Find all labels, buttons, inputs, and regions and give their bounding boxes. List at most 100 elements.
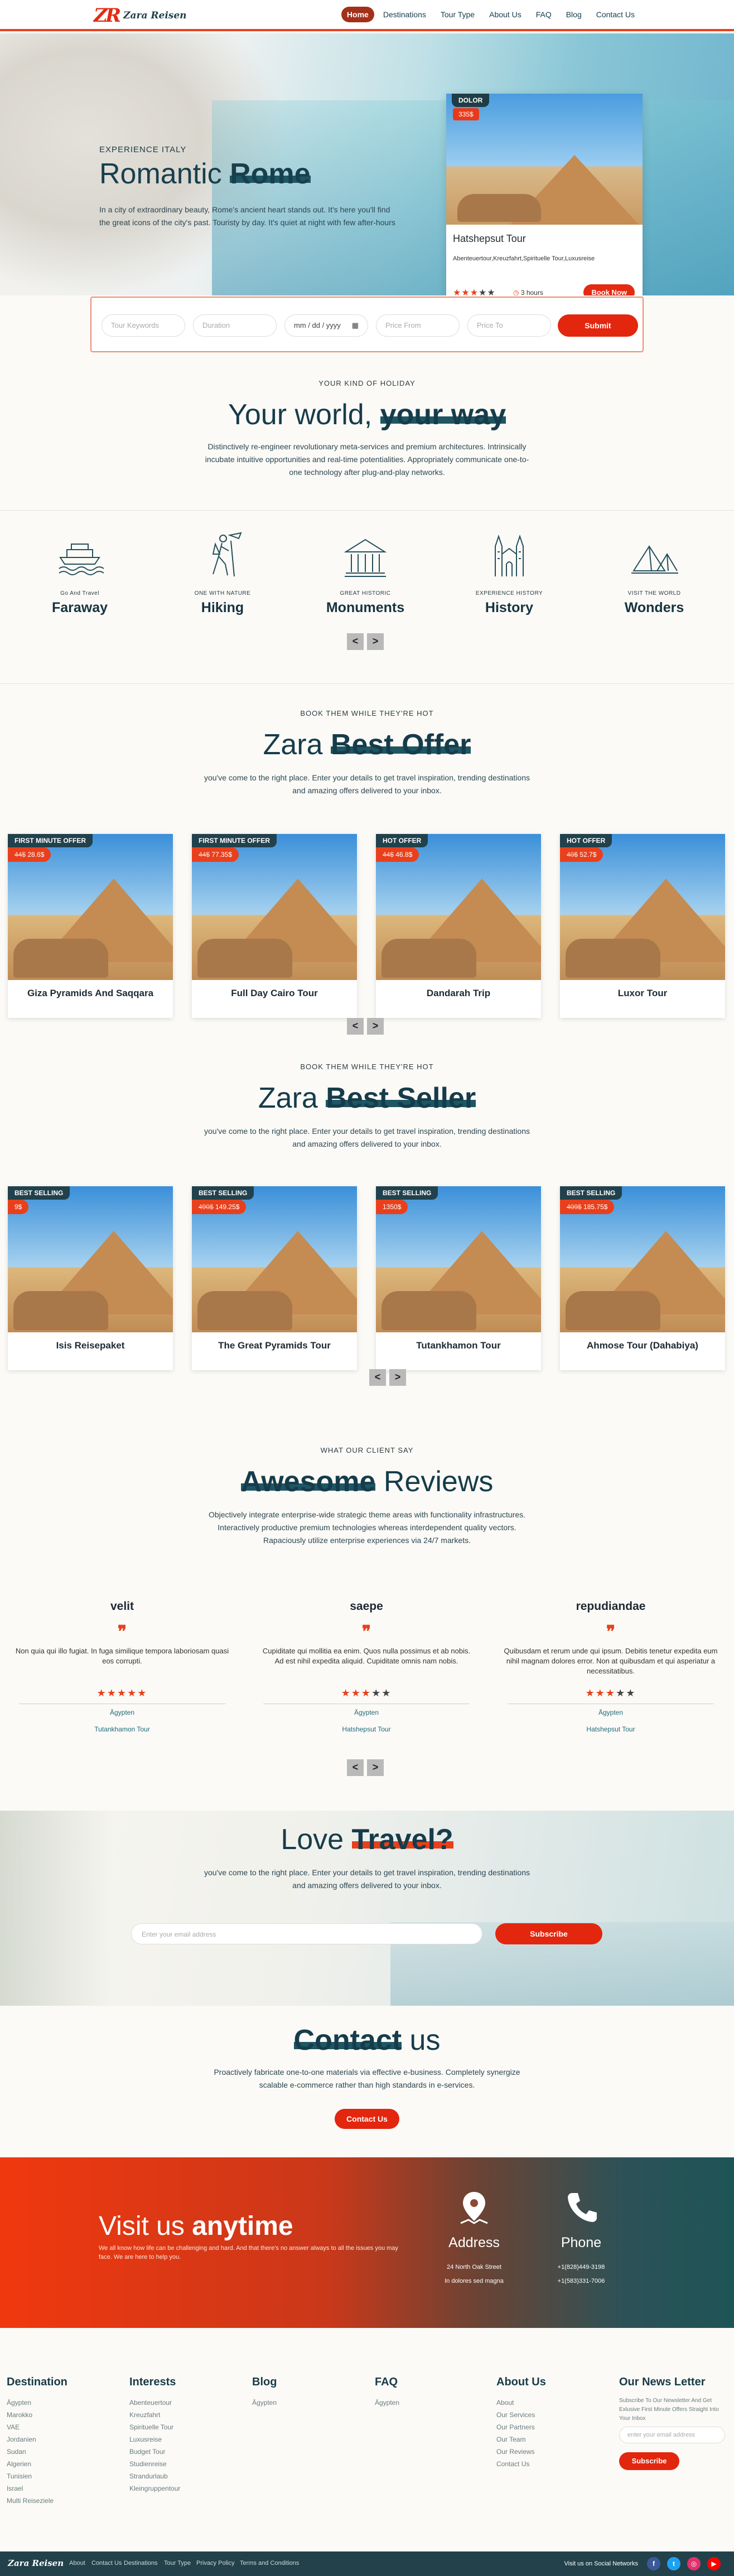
category-hiking[interactable]: ONE WITH NATURE Hiking xyxy=(170,530,276,616)
tour-keywords-input[interactable]: Tour Keywords xyxy=(102,314,185,337)
nav-contact-us[interactable]: Contact Us xyxy=(591,7,640,22)
footer-link[interactable]: Abenteuertour xyxy=(129,2396,230,2409)
review-tour[interactable]: Hatshepsut Tour xyxy=(258,1725,475,1733)
phone-line-1[interactable]: +1(828)449-3198 xyxy=(537,2263,626,2271)
footer-link[interactable]: VAE xyxy=(7,2421,107,2433)
seller-name[interactable]: The Great Pyramids Tour xyxy=(192,1340,357,1351)
address-block: Address 24 North Oak Street In dolores s… xyxy=(429,2189,519,2284)
seller-card[interactable]: BEST SELLING 409$ 185.75$ Ahmose Tour (D… xyxy=(560,1186,725,1370)
instagram-icon[interactable]: ◎ xyxy=(687,2557,701,2570)
review-tour[interactable]: Tutankhamon Tour xyxy=(13,1725,231,1733)
book-now-button[interactable]: Book Now xyxy=(583,284,635,295)
next-arrow-icon[interactable]: > xyxy=(367,633,384,650)
footer-logo[interactable]: Zara Reisen xyxy=(8,2558,64,2568)
footer-email-input[interactable]: enter your email address xyxy=(619,2427,725,2443)
footer-link[interactable]: Our Reviews xyxy=(496,2446,597,2458)
footer-link[interactable]: Jordanien xyxy=(7,2433,107,2446)
footer-link[interactable]: Our Team xyxy=(496,2433,597,2446)
contact-us-button[interactable]: Contact Us xyxy=(335,2109,399,2129)
category-history[interactable]: EXPERIENCE HISTORY History xyxy=(456,530,562,616)
footer-link[interactable]: Tunisien xyxy=(7,2470,107,2482)
prev-arrow-icon[interactable]: < xyxy=(347,1759,364,1776)
seller-name[interactable]: Ahmose Tour (Dahabiya) xyxy=(560,1340,725,1351)
footer-link[interactable]: Budget Tour xyxy=(129,2446,230,2458)
review-country[interactable]: Ägypten xyxy=(258,1709,475,1716)
footer-link[interactable]: Spirituelle Tour xyxy=(129,2421,230,2433)
offer-card[interactable]: FIRST MINUTE OFFER 44$ 28.6$ Giza Pyrami… xyxy=(8,834,173,1018)
facebook-icon[interactable]: f xyxy=(647,2557,660,2570)
newsletter-subscribe-button[interactable]: Subscribe xyxy=(495,1923,602,1944)
footer-bar-link[interactable]: About xyxy=(69,2560,85,2567)
footer-link[interactable]: Our Partners xyxy=(496,2421,597,2433)
footer-bar-link[interactable]: Terms and Conditions xyxy=(240,2560,299,2567)
sphinx-shape xyxy=(457,194,541,222)
featured-tour-card[interactable]: DOLOR 335$ Hatshepsut Tour Abenteuertour… xyxy=(446,94,643,295)
next-arrow-icon[interactable]: > xyxy=(389,1369,406,1386)
seller-card[interactable]: BEST SELLING 1350$ Tutankhamon Tour xyxy=(376,1186,541,1370)
footer-bar-link[interactable]: Privacy Policy xyxy=(196,2560,234,2567)
search-submit-button[interactable]: Submit xyxy=(558,314,638,337)
category-wonders[interactable]: VISIT THE WORLD Wonders xyxy=(601,530,707,616)
offer-card[interactable]: FIRST MINUTE OFFER 44$ 77.35$ Full Day C… xyxy=(192,834,357,1018)
footer-subscribe-button[interactable]: Subscribe xyxy=(619,2452,679,2470)
footer-bar-link[interactable]: Tour Type xyxy=(164,2560,191,2567)
prev-arrow-icon[interactable]: < xyxy=(347,633,364,650)
review-country[interactable]: Ägypten xyxy=(502,1709,719,1716)
prev-arrow-icon[interactable]: < xyxy=(347,1018,364,1035)
next-arrow-icon[interactable]: > xyxy=(367,1759,384,1776)
footer-link[interactable]: Studienreise xyxy=(129,2458,230,2470)
next-arrow-icon[interactable]: > xyxy=(367,1018,384,1035)
offer-name[interactable]: Full Day Cairo Tour xyxy=(192,988,357,999)
price-to-input[interactable]: Price To xyxy=(467,314,551,337)
nav-home[interactable]: Home xyxy=(341,7,374,22)
duration-select[interactable]: Duration xyxy=(193,314,277,337)
tour-categories: Abenteuertour,Kreuzfahrt,Spirituelle Tou… xyxy=(453,255,595,262)
offer-name[interactable]: Dandarah Trip xyxy=(376,988,541,999)
offer-name[interactable]: Giza Pyramids And Saqqara xyxy=(8,988,173,999)
phone-line-2[interactable]: +1(583)331-7006 xyxy=(537,2278,626,2284)
category-monuments[interactable]: GREAT HISTORIC Monuments xyxy=(312,530,418,616)
nav-faq[interactable]: FAQ xyxy=(530,7,557,22)
price-from-input[interactable]: Price From xyxy=(376,314,460,337)
footer-link[interactable]: Ägypten xyxy=(252,2396,352,2409)
offer-name[interactable]: Luxor Tour xyxy=(560,988,725,999)
footer-link[interactable]: Strandurlaub xyxy=(129,2470,230,2482)
seller-card[interactable]: BEST SELLING 9$ Isis Reisepaket xyxy=(8,1186,173,1370)
footer-link[interactable]: Luxusreise xyxy=(129,2433,230,2446)
footer-bar-link[interactable]: Contact Us xyxy=(91,2560,122,2567)
tour-title[interactable]: Hatshepsut Tour xyxy=(453,233,526,245)
nav-destinations[interactable]: Destinations xyxy=(378,7,432,22)
footer-link[interactable]: Marokko xyxy=(7,2409,107,2421)
seller-name[interactable]: Isis Reisepaket xyxy=(8,1340,173,1351)
footer-link[interactable]: Multi Reiseziele xyxy=(7,2495,107,2507)
footer-link[interactable]: Ägypten xyxy=(375,2396,475,2409)
nav-blog[interactable]: Blog xyxy=(561,7,587,22)
youtube-icon[interactable]: ▶ xyxy=(707,2557,721,2570)
footer-link[interactable]: Ägypten xyxy=(7,2396,107,2409)
footer-link[interactable]: Kreuzfahrt xyxy=(129,2409,230,2421)
prev-arrow-icon[interactable]: < xyxy=(369,1369,386,1386)
offer-card[interactable]: HOT OFFER 40$ 52.7$ Luxor Tour xyxy=(560,834,725,1018)
offer-card[interactable]: HOT OFFER 44$ 46.8$ Dandarah Trip xyxy=(376,834,541,1018)
footer-link[interactable]: Our Services xyxy=(496,2409,597,2421)
footer-link[interactable]: Kleingruppentour xyxy=(129,2482,230,2495)
review-tour[interactable]: Hatshepsut Tour xyxy=(502,1725,719,1733)
nav-tour-type[interactable]: Tour Type xyxy=(435,7,480,22)
category-carousel-controls: < > xyxy=(347,633,384,650)
review-country[interactable]: Ägypten xyxy=(13,1709,231,1716)
seller-name[interactable]: Tutankhamon Tour xyxy=(376,1340,541,1351)
footer-bar-link[interactable]: Destinations xyxy=(124,2560,158,2567)
seller-card[interactable]: BEST SELLING 490$ 149.25$ The Great Pyra… xyxy=(192,1186,357,1370)
footer-link[interactable]: Israel xyxy=(7,2482,107,2495)
twitter-icon[interactable]: t xyxy=(667,2557,680,2570)
category-faraway[interactable]: Go And Travel Faraway xyxy=(27,530,133,616)
footer-link[interactable]: Algerien xyxy=(7,2458,107,2470)
footer-link[interactable]: Sudan xyxy=(7,2446,107,2458)
love-title: Love Travel? xyxy=(0,1823,734,1856)
date-input[interactable]: mm / dd / yyyy ▦ xyxy=(284,314,368,337)
nav-about-us[interactable]: About Us xyxy=(484,7,527,22)
footer-link[interactable]: About xyxy=(496,2396,597,2409)
site-logo[interactable]: ZR Zara Reisen xyxy=(94,4,187,27)
newsletter-email-input[interactable]: Enter your email address xyxy=(131,1923,482,1944)
footer-link[interactable]: Contact Us xyxy=(496,2458,597,2470)
